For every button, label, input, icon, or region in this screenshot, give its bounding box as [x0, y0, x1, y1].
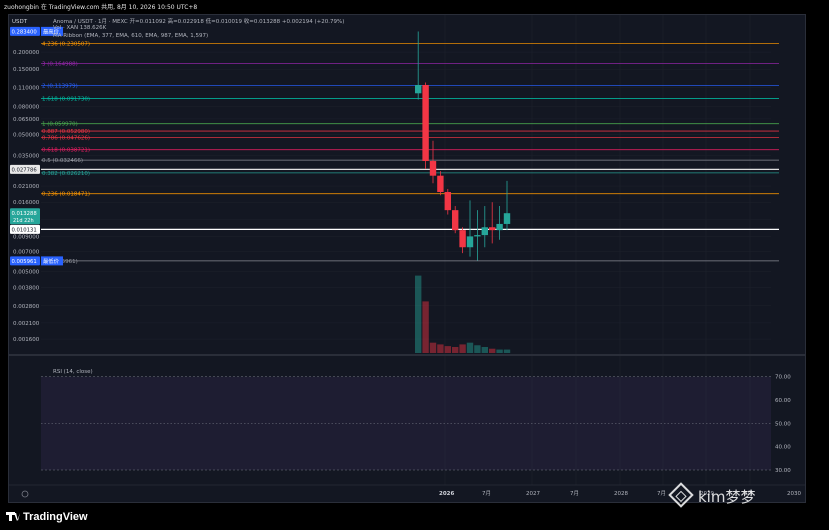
- candle-body[interactable]: [422, 84, 429, 162]
- candle-body[interactable]: [444, 191, 451, 211]
- candle-body[interactable]: [474, 235, 481, 237]
- price-tick-label: 0.016000: [13, 200, 40, 206]
- high-price-tag: 0.283400: [12, 29, 38, 35]
- time-tick-label: 2028: [614, 491, 628, 497]
- rsi-legend[interactable]: RSI (14, close): [53, 369, 93, 375]
- binance-square-icon: [668, 482, 694, 508]
- current-price-tag: 0.013288: [12, 211, 38, 217]
- fib-level-label: 2 (0.113979): [42, 84, 78, 90]
- candle-body[interactable]: [429, 161, 437, 176]
- chart-panel[interactable]: USDT 0.200000 0.150000 0.110000 0.080000 0.06…: [8, 14, 806, 503]
- price-tick-label: 0.035000: [13, 154, 40, 160]
- price-tick-label: 0.001600: [13, 337, 40, 343]
- candle-body[interactable]: [415, 84, 422, 94]
- rsi-tick-label: 70.00: [775, 375, 791, 381]
- fib-level-label: 1.618 (0.091730): [42, 96, 90, 102]
- screenshot-frame: zuohongbin 在 TradingView.com 共用, 8月 10, …: [0, 0, 829, 530]
- time-tick-label: 7月: [570, 490, 579, 497]
- tradingview-brand-text: TradingView: [23, 511, 88, 523]
- volume-bar: [452, 346, 459, 353]
- price-tick-label: 0.065000: [13, 117, 40, 123]
- tradingview-logo-icon: [6, 512, 20, 521]
- price-tick-label: 0.200000: [13, 50, 40, 56]
- price-tick-label: 0.150000: [13, 67, 40, 73]
- price-tick-label: 0.003800: [13, 286, 40, 292]
- fib-level-label: 3 (0.164988): [42, 62, 78, 68]
- fib-level-label: 1 (0.059970): [42, 122, 78, 128]
- bar-countdown: 21d 22h: [13, 218, 34, 224]
- candle-body[interactable]: [452, 210, 459, 231]
- fib-level-label: 0.786 (0.047626): [42, 135, 90, 141]
- volume-bar: [437, 344, 444, 353]
- author-watermark: kim梦梦: [668, 482, 756, 508]
- time-tick-label: 7月: [482, 490, 491, 497]
- rsi-tick-label: 40.00: [775, 445, 791, 451]
- volume-bar: [503, 349, 511, 353]
- candle-body[interactable]: [459, 230, 466, 248]
- volume-bar: [422, 301, 429, 353]
- rsi-tick-label: 50.00: [775, 421, 791, 427]
- fib-level-label: 0.382 (0.026210): [42, 171, 90, 177]
- candle-body[interactable]: [503, 213, 511, 224]
- price-tick-label: 0.002100: [13, 321, 40, 327]
- volume-bar: [489, 348, 496, 353]
- volume-legend[interactable]: Vol · XAN 138.626K: [53, 25, 106, 31]
- candle-body[interactable]: [481, 227, 488, 236]
- candle-body[interactable]: [437, 175, 444, 192]
- fib-level-label: 0.5 (0.032466): [42, 158, 83, 164]
- price-tick-label: 0.005000: [13, 269, 40, 275]
- volume-bar: [474, 345, 481, 353]
- support-price-tag: 0.010131: [12, 227, 37, 233]
- volume-bar: [444, 346, 451, 353]
- volume-bar: [481, 346, 488, 353]
- share-header: zuohongbin 在 TradingView.com 共用, 8月 10, …: [4, 4, 198, 11]
- price-tick-label: 0.007000: [13, 249, 40, 255]
- price-tick-label: 0.080000: [13, 105, 40, 111]
- fib-level-label: 0.618 (0.038721): [42, 148, 90, 154]
- volume-bar: [496, 349, 503, 353]
- low-price-suffix: 最低价: [43, 257, 60, 265]
- price-tick-label: 0.050000: [13, 132, 40, 138]
- time-tick-label: 2027: [526, 491, 540, 497]
- horizontal-ray-price-tag: 0.027786: [12, 167, 38, 173]
- price-tick-label: 0.021000: [13, 184, 40, 190]
- fib-level-label: 0.236 (0.018471): [42, 192, 90, 198]
- candlestick-chart[interactable]: USDT 0.200000 0.150000 0.110000 0.080000 0.06…: [9, 15, 805, 502]
- time-tick-label: 2030: [787, 491, 801, 497]
- rsi-tick-label: 30.00: [775, 468, 791, 474]
- price-tick-label: 0.009000: [13, 234, 40, 240]
- price-tick-label: 0.002800: [13, 304, 40, 310]
- candle-body[interactable]: [466, 236, 474, 248]
- symbol-legend[interactable]: Anoma / USDT · 1月 · MEXC 开=0.011092 高=0.…: [53, 17, 344, 25]
- volume-bar: [459, 344, 466, 353]
- volume-bar: [415, 275, 422, 353]
- time-tick-label: 2026: [439, 491, 454, 497]
- candle-body[interactable]: [489, 227, 496, 231]
- low-price-tag: 0.005961: [12, 259, 37, 265]
- ribbon-legend[interactable]: MA Ribbon (EMA, 377, EMA, 610, EMA, 987,…: [53, 33, 208, 39]
- rsi-tick-label: 60.00: [775, 398, 791, 404]
- price-tick-label: 0.110000: [13, 86, 40, 92]
- footer-bar: TradingView: [0, 503, 829, 530]
- quote-currency-label: USDT: [12, 19, 28, 25]
- candle-body[interactable]: [496, 223, 503, 231]
- fib-level-label: 0.887 (0.052980): [42, 129, 90, 135]
- tradingview-logo: TradingView: [6, 511, 88, 523]
- time-tick-label: 7月: [657, 490, 666, 497]
- fib-level-label: 4.236 (0.230507): [42, 42, 90, 48]
- volume-bar: [466, 342, 474, 353]
- volume-bar: [429, 342, 437, 353]
- watermark-text: kim梦梦: [698, 488, 756, 506]
